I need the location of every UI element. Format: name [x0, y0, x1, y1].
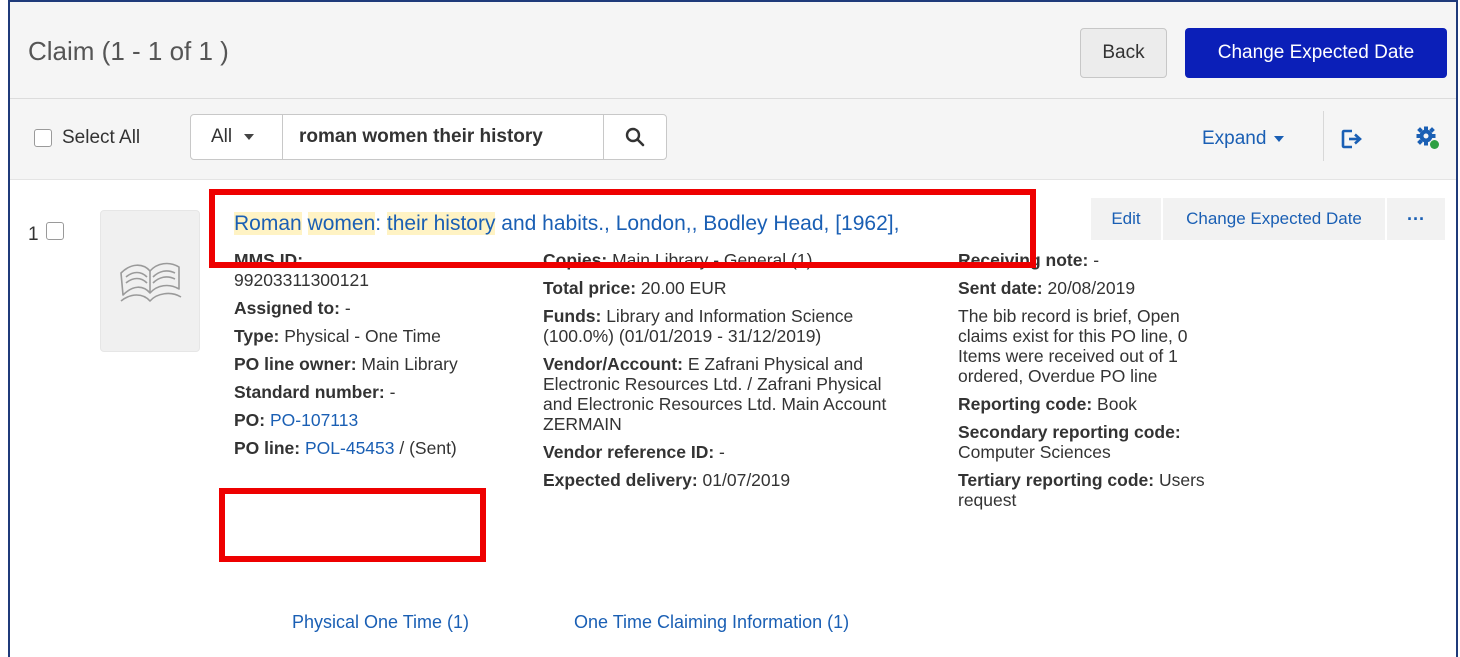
select-all[interactable]: Select All [34, 127, 140, 149]
expand-label: Expand [1202, 128, 1267, 149]
page-title: Claim (1 - 1 of 1 ) [28, 36, 229, 66]
expand-dropdown[interactable]: Expand [1202, 128, 1285, 150]
search-bar: All [190, 114, 667, 160]
change-expected-date-button[interactable]: Change Expected Date [1185, 28, 1447, 78]
po-line-annotation-box [219, 488, 486, 562]
edit-button[interactable]: Edit [1091, 198, 1161, 240]
row-checkbox[interactable] [46, 222, 64, 240]
field-label: PO line owner: [234, 354, 357, 374]
thumbnail [100, 210, 200, 352]
field-label: Tertiary reporting code: [958, 470, 1155, 490]
po-line-status: / (Sent) [394, 438, 457, 458]
claiming-information-link[interactable]: One Time Claiming Information (1) [574, 612, 849, 633]
po-line-owner-field: PO line owner: Main Library [234, 354, 504, 374]
field-value: 20/08/2019 [1047, 278, 1136, 298]
field-label: Sent date: [958, 278, 1043, 298]
title-annotation-box [209, 189, 1036, 268]
field-label: Reporting code: [958, 394, 1093, 414]
po-line-field: PO line: POL-45453 / (Sent) [234, 438, 504, 458]
back-button[interactable]: Back [1080, 28, 1167, 78]
sent-date-field: Sent date: 20/08/2019 [958, 278, 1228, 298]
assigned-to-field: Assigned to: - [234, 298, 504, 318]
field-label: Vendor/Account: [543, 354, 684, 374]
field-label: Type: [234, 326, 280, 346]
field-label: Assigned to: [234, 298, 340, 318]
toolbar: Select All All Expand [10, 99, 1456, 180]
reporting-code-field: Reporting code: Book [958, 394, 1228, 414]
standard-number-field: Standard number: - [234, 382, 504, 402]
type-field: Type: Physical - One Time [234, 326, 504, 346]
chevron-down-icon [1274, 136, 1285, 142]
vendor-reference-field: Vendor reference ID: - [543, 442, 913, 462]
divider [1323, 111, 1324, 161]
expected-delivery-field: Expected delivery: 01/07/2019 [543, 470, 913, 490]
field-value: 99203311300121 [234, 270, 369, 290]
secondary-reporting-code-field: Secondary reporting code: Computer Scien… [958, 422, 1228, 462]
field-label: Secondary reporting code: [958, 422, 1181, 442]
row-number: 1 [28, 224, 39, 245]
field-value: 20.00 EUR [640, 278, 727, 298]
field-label: Total price: [543, 278, 637, 298]
details-column-3: Receiving note: - Sent date: 20/08/2019 … [958, 250, 1228, 518]
tertiary-reporting-code-field: Tertiary reporting code: Users request [958, 470, 1228, 510]
field-value: Physical - One Time [284, 326, 441, 346]
field-value: - [1093, 250, 1100, 270]
po-line-link[interactable]: POL-45453 [305, 438, 395, 458]
search-icon [625, 127, 645, 147]
book-icon [120, 262, 182, 302]
field-label: Vendor reference ID: [543, 442, 715, 462]
field-label: PO: [234, 410, 266, 430]
field-value: - [389, 382, 396, 402]
field-value: Computer Sciences [958, 442, 1111, 462]
field-value: Book [1097, 394, 1137, 414]
field-label: PO line: [234, 438, 301, 458]
funds-field: Funds: Library and Information Science (… [543, 306, 913, 346]
page-header: Claim (1 - 1 of 1 ) Back Change Expected… [10, 2, 1456, 99]
export-icon[interactable] [1340, 128, 1362, 155]
po-link[interactable]: PO-107113 [270, 410, 358, 430]
field-value: 01/07/2019 [702, 470, 791, 490]
field-label: Standard number: [234, 382, 385, 402]
search-scope-label: All [211, 126, 233, 147]
alerts-text: The bib record is brief, Open claims exi… [958, 306, 1188, 386]
details-column-2: Copies: Main Library - General (1) Total… [543, 250, 913, 498]
claim-panel: Claim (1 - 1 of 1 ) Back Change Expected… [8, 0, 1458, 657]
chevron-down-icon [244, 134, 255, 140]
po-field: PO: PO-107113 [234, 410, 504, 430]
details-column-1: MMS ID: 99203311300121 Assigned to: - Typ… [234, 250, 504, 466]
row-change-expected-date-button[interactable]: Change Expected Date [1163, 198, 1385, 240]
search-scope-dropdown[interactable]: All [191, 115, 283, 159]
select-all-checkbox[interactable] [34, 129, 52, 147]
search-button[interactable] [603, 115, 666, 159]
search-input[interactable] [283, 115, 603, 159]
physical-one-time-link[interactable]: Physical One Time (1) [292, 612, 469, 633]
more-actions-button[interactable]: ··· [1387, 198, 1445, 240]
field-label: Expected delivery: [543, 470, 698, 490]
row-actions: Edit Change Expected Date ··· [1091, 198, 1445, 240]
select-all-label: Select All [62, 127, 141, 148]
gear-icon[interactable] [1415, 125, 1441, 156]
field-value: - [344, 298, 351, 318]
vendor-account-field: Vendor/Account: E Zafrani Physical and E… [543, 354, 913, 434]
field-value: Main Library [361, 354, 458, 374]
total-price-field: Total price: 20.00 EUR [543, 278, 913, 298]
field-value: - [719, 442, 725, 462]
field-label: Funds: [543, 306, 602, 326]
